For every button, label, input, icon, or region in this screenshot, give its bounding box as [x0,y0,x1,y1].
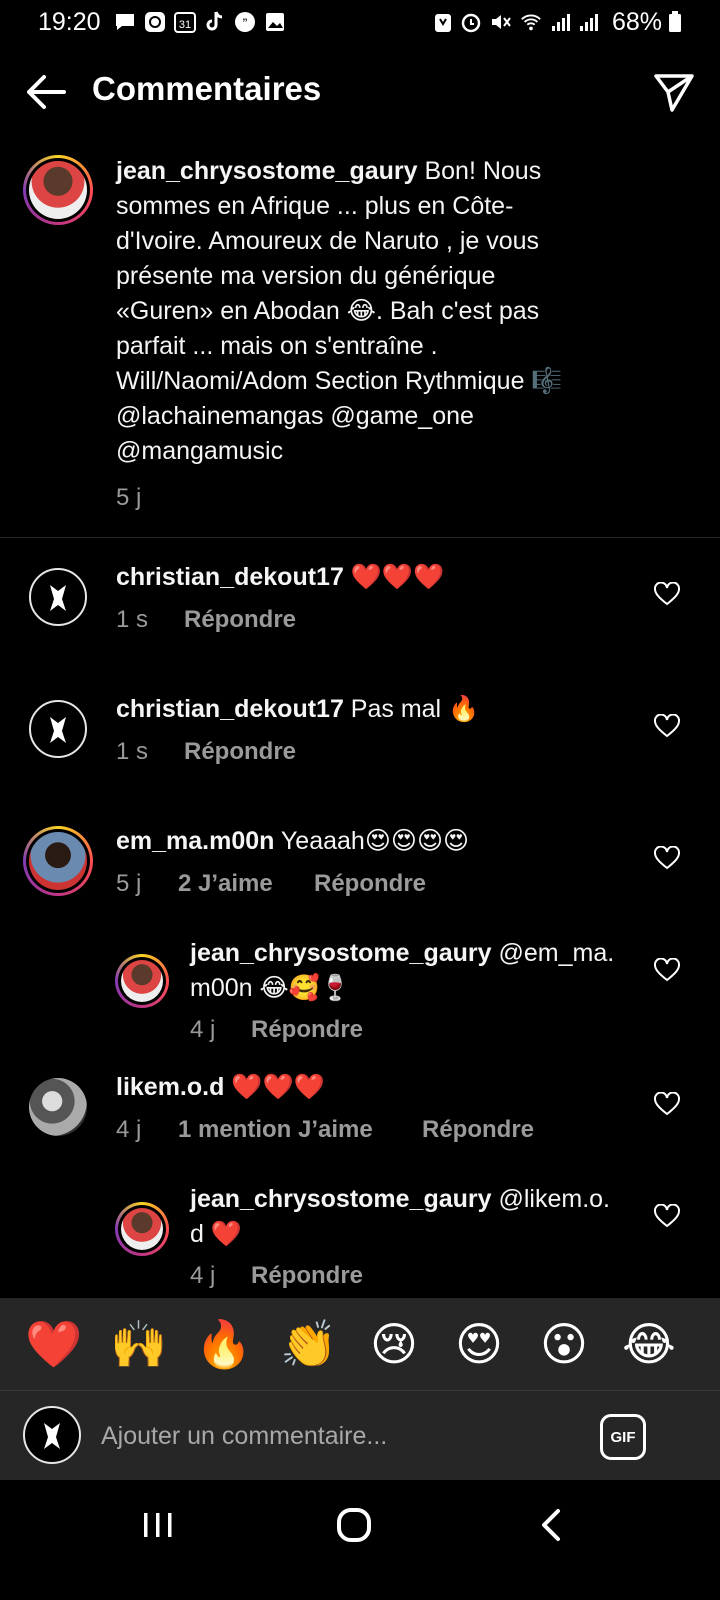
like-comment-button[interactable] [654,713,680,738]
recent-apps-icon[interactable] [140,1505,176,1545]
back-icon[interactable] [536,1505,566,1545]
home-icon[interactable] [334,1505,374,1545]
like-comment-button[interactable] [654,581,680,606]
reaction-surprised-button[interactable]: 😮 [532,1298,596,1390]
status-time: 19:20 [38,8,101,36]
comment-text: em_ma.m00n Yeaaah😍😍😍😍 [116,827,470,855]
reply-avatar[interactable] [115,954,169,1008]
svg-text:”: ” [243,15,248,31]
like-comment-button[interactable] [654,1203,680,1228]
reaction-raised-hands-button[interactable]: 🙌 [107,1298,171,1390]
reaction-heart-button[interactable]: ❤️ [22,1298,86,1390]
composer-avatar [23,1406,81,1464]
heart-icon [654,1091,680,1116]
comment-time: 5 j [116,870,142,897]
heart-icon [654,957,680,982]
comment-avatar[interactable] [23,826,93,896]
divider [0,537,720,538]
svg-text:31: 31 [179,19,191,31]
comment-input[interactable]: Ajouter un commentaire... [101,1422,387,1451]
logo-avatar-icon [50,585,66,611]
like-comment-button[interactable] [654,845,680,870]
send-icon [654,74,694,112]
reply-text: jean_chrysostome_gaury @em_ma. m00n 😂🥰🍷 [190,939,615,1002]
likes-count[interactable]: 1 mention J’aime [178,1116,373,1144]
wifi-icon [520,11,542,33]
reaction-crying-button[interactable]: 😢 [362,1298,426,1390]
mute-icon [490,11,512,33]
comment-time: 4 j [190,1262,216,1289]
comment-avatar[interactable] [29,700,87,758]
heart-icon [654,581,680,606]
caption-time: 5 j [116,484,142,511]
reply-button[interactable]: Répondre [422,1116,534,1144]
reaction-bar: ❤️ 🙌 🔥 👏 😢 😍 😮 😂 [0,1298,720,1390]
reaction-fire-button[interactable]: 🔥 [192,1298,256,1390]
comment-avatar[interactable] [29,568,87,626]
like-comment-button[interactable] [654,957,680,982]
comment-text: likem.o.d ❤️❤️❤️ [116,1073,325,1101]
nfc-icon [432,11,454,33]
signal-icon [550,11,572,33]
comment-time: 1 s [116,606,149,633]
reaction-laugh-cry-button[interactable]: 😂 [617,1298,681,1390]
reply-button[interactable]: Répondre [184,738,296,766]
comment-time: 4 j [190,1016,216,1043]
back-arrow-icon [27,75,66,109]
reply-button[interactable]: Répondre [184,606,296,634]
page-title: Commentaires [92,70,322,107]
alarm-icon [460,11,482,33]
reply-text: jean_chrysostome_gaury @likem.o. d ❤️ [190,1185,610,1248]
reaction-heart-eyes-button[interactable]: 😍 [447,1298,511,1390]
share-button[interactable] [650,68,698,116]
caption-text: jean_chrysostome_gaury Bon! Nous sommes … [116,157,563,465]
message-icon [114,11,136,33]
reply-button[interactable]: Répondre [251,1016,363,1044]
reply-avatar[interactable] [115,1202,169,1256]
comment-text: christian_dekout17 Pas mal 🔥 [116,695,480,723]
heart-icon [654,1203,680,1228]
heart-icon [654,713,680,738]
reply-button[interactable]: Répondre [251,1262,363,1290]
app-icon [144,11,166,33]
reaction-clap-button[interactable]: 👏 [277,1298,341,1390]
gif-button[interactable]: GIF [600,1414,646,1460]
caption-username[interactable]: jean_chrysostome_gaury [116,157,418,185]
quote-icon: ” [234,11,256,33]
calendar-icon: 31 [174,11,196,33]
comment-time: 1 s [116,738,149,765]
battery-icon [664,11,686,33]
tiktok-icon [204,11,226,33]
battery-percent: 68% [612,8,663,36]
likes-count[interactable]: 2 J’aime [178,870,273,898]
comment-time: 4 j [116,1116,142,1143]
gallery-icon [264,11,286,33]
logo-avatar-icon [50,717,66,743]
heart-icon [654,845,680,870]
caption-avatar[interactable] [23,155,93,225]
comment-text: christian_dekout17 ❤️❤️❤️ [116,563,445,591]
signal-icon [578,11,600,33]
reply-button[interactable]: Répondre [314,870,426,898]
logo-avatar-icon [44,1423,60,1449]
back-button[interactable] [22,68,70,116]
comment-avatar[interactable] [29,1078,87,1136]
like-comment-button[interactable] [654,1091,680,1116]
